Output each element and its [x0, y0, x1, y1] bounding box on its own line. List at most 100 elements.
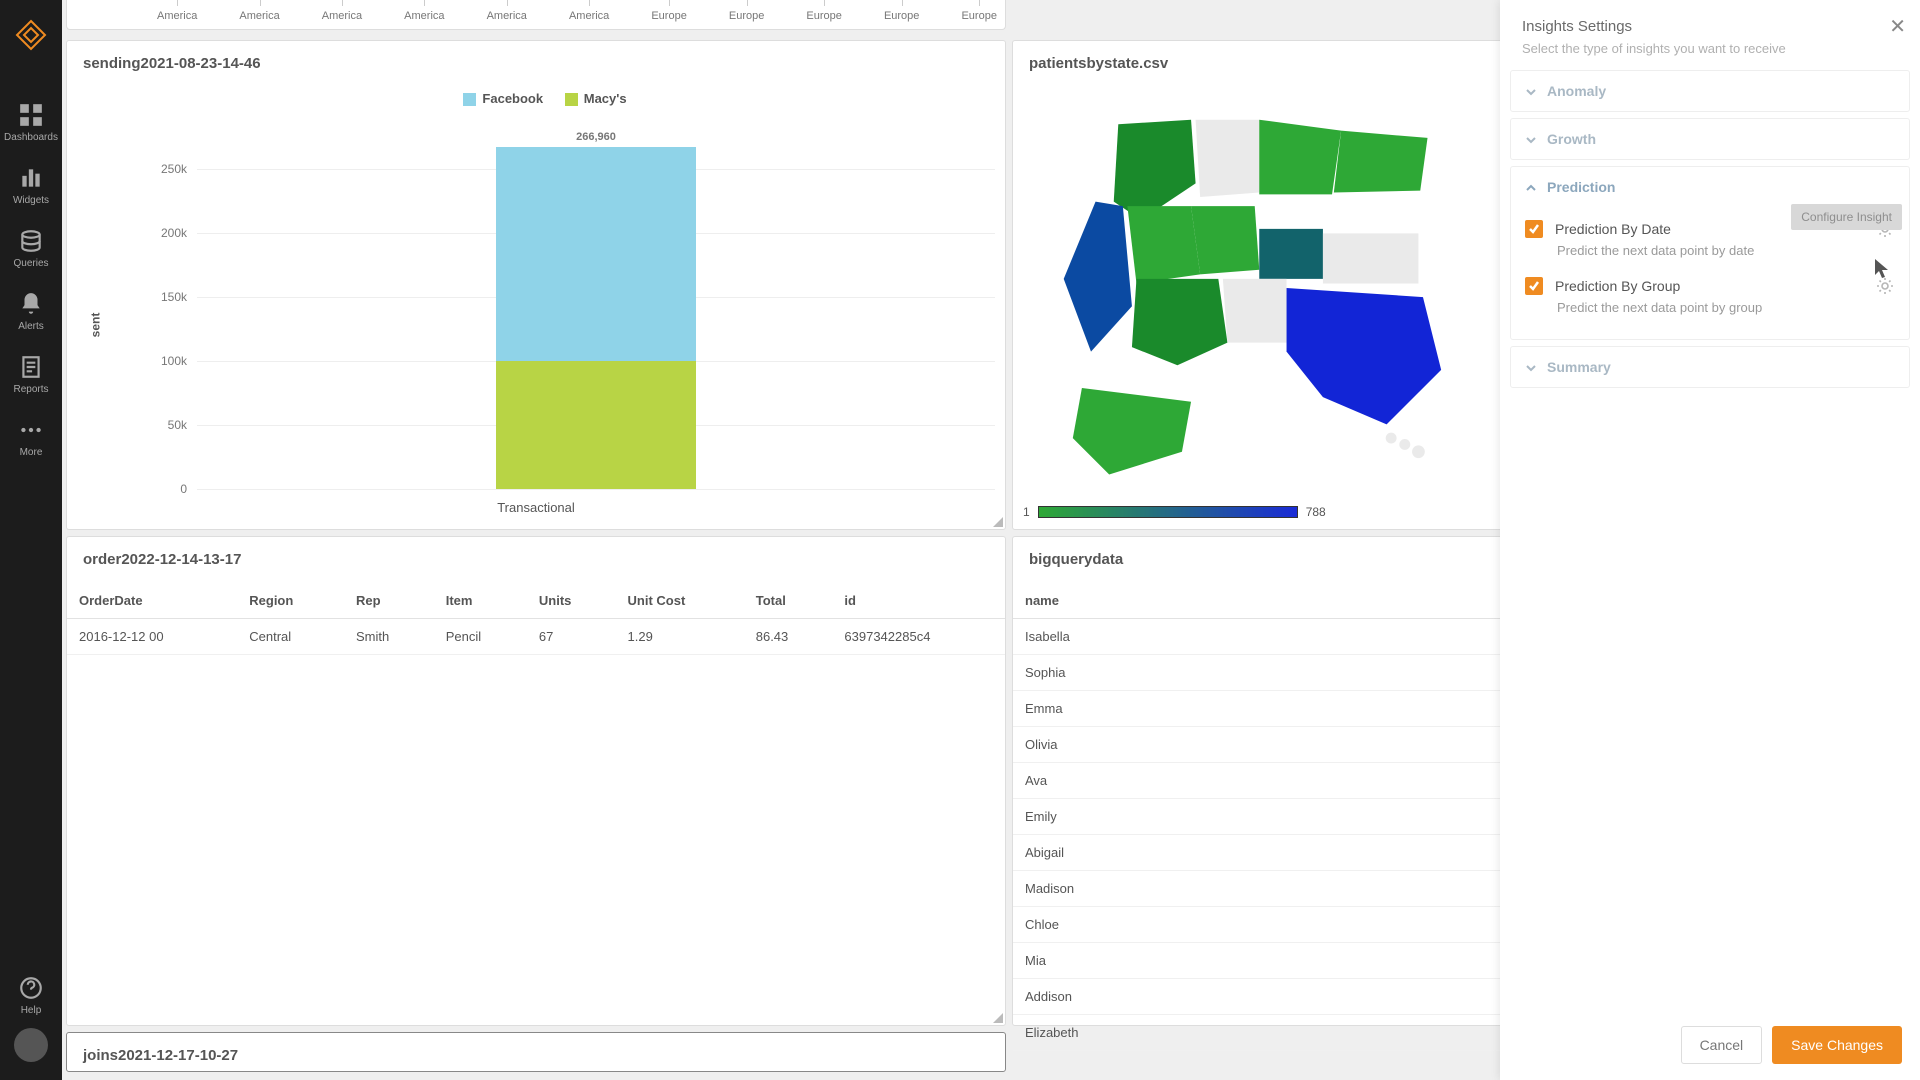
map-legend-gradient [1038, 506, 1298, 518]
insights-settings-panel: ✕ Insights Settings Select the type of i… [1500, 0, 1920, 1080]
cancel-button[interactable]: Cancel [1681, 1026, 1763, 1064]
table-row[interactable]: Abigail [1013, 835, 1551, 871]
table-row[interactable]: Ava [1013, 763, 1551, 799]
axis-tick: Europe [961, 10, 996, 22]
chart-legend: Facebook Macy's [67, 91, 1005, 106]
nav-label: Help [21, 1005, 42, 1016]
map-legend: 1 788 [1023, 505, 1541, 519]
legend-swatch-facebook [463, 93, 476, 106]
card-bigquery-table: bigquerydata nameIsabellaSophiaEmmaOlivi… [1012, 536, 1552, 1026]
nav-label: Reports [13, 384, 48, 395]
nav-dashboards[interactable]: Dashboards [0, 92, 62, 155]
bar-segment [496, 361, 696, 489]
table-row[interactable]: 2016-12-12 00CentralSmithPencil671.2986.… [67, 619, 1005, 655]
card-title: patientsbystate.csv [1013, 41, 1551, 86]
accordion-growth[interactable]: Growth [1510, 118, 1910, 160]
choropleth-map[interactable] [1023, 97, 1541, 479]
table-row[interactable]: Olivia [1013, 727, 1551, 763]
queries-icon [18, 230, 44, 252]
reports-icon [18, 356, 44, 378]
checkbox-checked[interactable] [1525, 277, 1543, 295]
accordion-header-prediction[interactable]: Prediction [1511, 167, 1909, 207]
table-row[interactable]: Emma [1013, 691, 1551, 727]
nav-widgets[interactable]: Widgets [0, 155, 62, 218]
nav-label: More [20, 447, 43, 458]
y-tick: 200k [117, 226, 187, 240]
card-order-table: order2022-12-14-13-17 OrderDateRegionRep… [66, 536, 1006, 1026]
chart-y-axis: sent 050k100k150k200k250k [117, 147, 187, 489]
nav-label: Queries [13, 258, 48, 269]
table-row[interactable]: Elizabeth [1013, 1015, 1551, 1051]
chart-plot-area: 266,960 [197, 147, 995, 489]
dashboards-icon [18, 104, 44, 126]
nav-alerts[interactable]: Alerts [0, 281, 62, 344]
nav-label: Dashboards [4, 132, 58, 143]
card-map: patientsbystate.csv [1012, 40, 1552, 530]
bar-segment [496, 147, 696, 361]
card-title: joins2021-12-17-10-27 [67, 1033, 1005, 1078]
legend-swatch-macys [565, 93, 578, 106]
configure-icon[interactable] [1875, 276, 1895, 296]
axis-tick: America [322, 10, 362, 22]
panel-title: Insights Settings [1522, 18, 1898, 35]
chevron-down-icon [1525, 85, 1537, 97]
resize-handle[interactable] [993, 517, 1003, 527]
prediction-option: Prediction By Group [1525, 268, 1895, 300]
axis-tick: America [157, 10, 197, 22]
accordion-summary[interactable]: Summary [1510, 346, 1910, 388]
table-row[interactable]: Isabella [1013, 619, 1551, 655]
top-chart-axis: AmericaAmericaAmericaAmericaAmericaAmeri… [66, 0, 1006, 30]
nav-reports[interactable]: Reports [0, 344, 62, 407]
card-title: sending2021-08-23-14-46 [67, 41, 1005, 86]
table-header: id [832, 583, 1005, 619]
chevron-down-icon [1525, 133, 1537, 145]
chevron-down-icon [1525, 361, 1537, 373]
axis-tick: America [404, 10, 444, 22]
prediction-description: Predict the next data point by group [1525, 300, 1895, 325]
table-header: Unit Cost [616, 583, 744, 619]
more-icon [18, 419, 44, 441]
table-header: Region [237, 583, 344, 619]
axis-tick: Europe [729, 10, 764, 22]
prediction-description: Predict the next data point by date [1525, 243, 1895, 268]
card-bar-chart: sending2021-08-23-14-46 Facebook Macy's … [66, 40, 1006, 530]
table-row[interactable]: Chloe [1013, 907, 1551, 943]
user-avatar[interactable] [14, 1028, 48, 1062]
resize-handle[interactable] [993, 1013, 1003, 1023]
checkbox-checked[interactable] [1525, 220, 1543, 238]
save-changes-button[interactable]: Save Changes [1772, 1026, 1902, 1064]
order-table: OrderDateRegionRepItemUnitsUnit CostTota… [67, 583, 1005, 655]
alerts-icon [18, 293, 44, 315]
table-row[interactable]: Sophia [1013, 655, 1551, 691]
table-row[interactable]: Emily [1013, 799, 1551, 835]
table-row[interactable]: Madison [1013, 871, 1551, 907]
nav-label: Alerts [18, 321, 44, 332]
y-axis-label: sent [88, 313, 102, 338]
axis-tick: America [569, 10, 609, 22]
configure-icon[interactable] [1875, 219, 1895, 239]
y-tick: 250k [117, 162, 187, 176]
axis-tick: Europe [651, 10, 686, 22]
table-header: Units [527, 583, 616, 619]
nav-queries[interactable]: Queries [0, 218, 62, 281]
accordion-prediction: Prediction Prediction By DatePredict the… [1510, 166, 1910, 340]
prediction-label: Prediction By Group [1555, 278, 1863, 294]
bar-total-label: 266,960 [496, 131, 696, 147]
close-button[interactable]: ✕ [1889, 14, 1906, 39]
y-tick: 100k [117, 354, 187, 368]
card-joins: joins2021-12-17-10-27 [66, 1032, 1006, 1072]
bar-column[interactable]: 266,960 [496, 147, 696, 489]
axis-tick: America [239, 10, 279, 22]
table-row[interactable]: Mia [1013, 943, 1551, 979]
table-header: Rep [344, 583, 434, 619]
nav-label: Widgets [13, 195, 49, 206]
axis-tick: Europe [884, 10, 919, 22]
app-logo [14, 18, 48, 52]
accordion-anomaly[interactable]: Anomaly [1510, 70, 1910, 112]
card-title: bigquerydata [1013, 537, 1551, 582]
table-row[interactable]: Addison [1013, 979, 1551, 1015]
help-icon [18, 977, 44, 999]
nav-more[interactable]: More [0, 407, 62, 470]
table-header: Total [744, 583, 833, 619]
nav-help[interactable]: Help [0, 965, 62, 1028]
